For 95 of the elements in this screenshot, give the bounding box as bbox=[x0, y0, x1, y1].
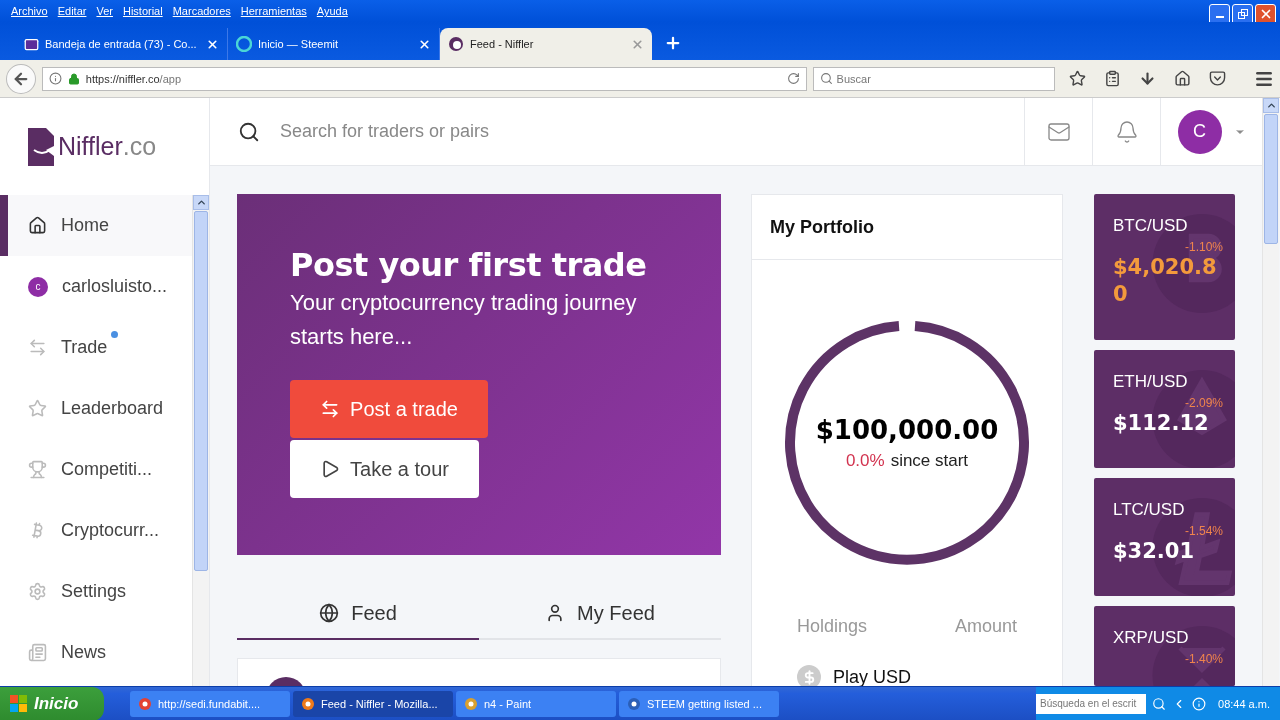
close-icon[interactable] bbox=[206, 37, 219, 51]
ticker-card[interactable]: XRP/USD -1.40% bbox=[1094, 606, 1235, 686]
ticker-price: $32.01 bbox=[1113, 538, 1196, 565]
post-trade-button[interactable]: Post a trade bbox=[290, 380, 488, 438]
search-icon[interactable] bbox=[1152, 696, 1166, 711]
tour-button[interactable]: Take a tour bbox=[290, 440, 479, 498]
arrows-icon bbox=[28, 338, 47, 357]
ticker-pair: BTC/USD bbox=[1113, 216, 1189, 236]
home-icon bbox=[28, 216, 47, 235]
ticker-change: -1.10% bbox=[1184, 240, 1223, 254]
change-value: 0.0% bbox=[845, 451, 885, 471]
mail-icon bbox=[24, 36, 39, 52]
feed-tab[interactable]: My Feed bbox=[479, 588, 721, 640]
settings-icon bbox=[28, 582, 47, 601]
ticker-change: -1.40% bbox=[1184, 652, 1223, 666]
document-icon bbox=[627, 696, 641, 711]
bookmark-star-icon[interactable] bbox=[1069, 70, 1086, 87]
banner-subtitle: Your cryptocurrency trading journey starts here... bbox=[290, 289, 638, 351]
new-tab-icon[interactable] bbox=[664, 34, 682, 52]
browser-icon bbox=[301, 696, 315, 711]
menu-item[interactable]: Archivo bbox=[6, 5, 53, 17]
search-icon bbox=[819, 72, 833, 85]
portfolio-total: $100,000.00 bbox=[815, 415, 999, 445]
close-button[interactable] bbox=[1255, 3, 1276, 25]
bell-icon bbox=[1114, 119, 1139, 144]
logo-text: Niffler.co bbox=[58, 132, 157, 161]
logo-icon bbox=[28, 127, 54, 166]
browser-icon bbox=[138, 696, 152, 711]
taskbar-button[interactable]: n4 - Paint bbox=[456, 690, 616, 717]
pocket-icon[interactable] bbox=[1209, 70, 1226, 87]
scroll-thumb[interactable] bbox=[1264, 114, 1278, 244]
browser-tab[interactable]: Feed - Niffler bbox=[440, 28, 652, 60]
ticker-card[interactable]: LTC/USD -1.54% $32.01 bbox=[1094, 478, 1235, 596]
menu-item[interactable]: Herramientas bbox=[235, 5, 312, 17]
taskbar-button[interactable]: STEEM getting listed ... bbox=[619, 690, 779, 717]
change-label: since start bbox=[890, 451, 969, 471]
ticker-change: -1.54% bbox=[1184, 524, 1223, 538]
play-icon bbox=[320, 459, 340, 479]
ticker-card[interactable]: BTC/USD -1.10% $4,020.80 bbox=[1094, 194, 1235, 340]
menu-item[interactable]: Editar bbox=[52, 5, 92, 17]
download-icon[interactable] bbox=[1139, 70, 1156, 87]
column-header: Holdings bbox=[797, 616, 868, 637]
ticker-card[interactable]: ETH/USD -2.09% $112.12 bbox=[1094, 350, 1235, 468]
portfolio-title: My Portfolio bbox=[752, 195, 1062, 260]
start-button[interactable]: Inicio bbox=[0, 686, 104, 720]
ticker-price: $112.12 bbox=[1113, 410, 1210, 437]
home-icon[interactable] bbox=[1174, 70, 1191, 87]
scrollbar[interactable] bbox=[192, 195, 209, 686]
back-button[interactable] bbox=[6, 63, 36, 94]
swirl-icon bbox=[236, 36, 252, 52]
column-header: Amount bbox=[954, 616, 1017, 637]
menu-item[interactable]: Marcadores bbox=[167, 5, 236, 17]
holding-name: Play USD bbox=[833, 666, 912, 686]
feed-tab[interactable]: Feed bbox=[237, 588, 479, 640]
star-icon bbox=[28, 399, 47, 418]
reading-list-icon[interactable] bbox=[1104, 70, 1121, 87]
restore-icon bbox=[1237, 9, 1248, 19]
menu-item[interactable]: Ver bbox=[91, 5, 118, 17]
ticker-pair: LTC/USD bbox=[1113, 500, 1186, 520]
scroll-up-icon[interactable] bbox=[1265, 100, 1277, 111]
taskbar-button[interactable]: Feed - Niffler - Mozilla... bbox=[293, 690, 453, 717]
ticker-pair: XRP/USD bbox=[1113, 628, 1190, 648]
logo-icon bbox=[448, 36, 464, 52]
search-field[interactable]: Buscar bbox=[812, 66, 1055, 91]
restore-button[interactable] bbox=[1232, 3, 1253, 25]
minimize-button[interactable] bbox=[1209, 3, 1230, 25]
windows-logo-icon bbox=[10, 694, 28, 713]
url-text: https://niffler.co/app bbox=[85, 72, 182, 85]
scroll-up-icon[interactable] bbox=[195, 197, 207, 208]
menu-item[interactable]: Historial bbox=[117, 5, 168, 17]
info-icon[interactable] bbox=[1192, 696, 1206, 711]
address-bar[interactable]: https://niffler.co/app bbox=[41, 66, 807, 91]
search-field[interactable]: Search for traders or pairs bbox=[210, 120, 1024, 143]
clock: 08:44 a.m. bbox=[1218, 697, 1270, 710]
close-icon[interactable] bbox=[418, 37, 431, 51]
banner-title: Post your first trade bbox=[290, 246, 648, 284]
info-icon bbox=[48, 72, 62, 85]
user-avatar[interactable]: C bbox=[1177, 109, 1222, 154]
avatar: c bbox=[28, 276, 48, 297]
globe-icon bbox=[319, 603, 340, 623]
paint-icon bbox=[464, 696, 478, 711]
taskbar-button[interactable]: http://sedi.fundabit.... bbox=[130, 690, 290, 717]
ticker-change: -2.09% bbox=[1184, 396, 1223, 410]
scrollbar[interactable] bbox=[1262, 98, 1279, 686]
trophy-icon bbox=[28, 460, 47, 479]
ticker-pair: ETH/USD bbox=[1113, 372, 1189, 392]
newspaper-icon bbox=[28, 643, 47, 662]
sidebar-item[interactable]: Home bbox=[0, 195, 192, 256]
taskbar-search-field[interactable]: Búsqueda en el escrit bbox=[1036, 693, 1146, 714]
scroll-thumb[interactable] bbox=[194, 211, 208, 571]
ticker-price: $4,020.80 bbox=[1113, 254, 1218, 308]
reload-icon[interactable] bbox=[786, 72, 800, 85]
search-icon bbox=[238, 120, 260, 143]
lock-icon bbox=[67, 72, 80, 85]
menu-item[interactable]: Ayuda bbox=[311, 5, 353, 17]
